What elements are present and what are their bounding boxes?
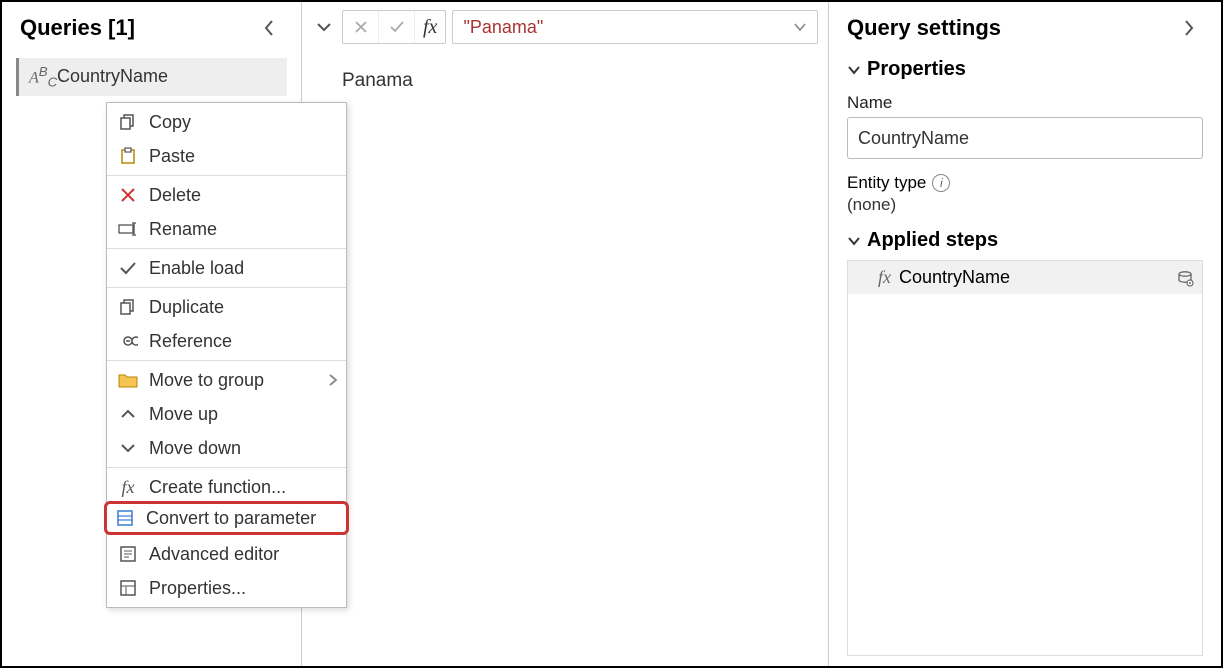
fx-icon: fx: [415, 16, 445, 39]
fx-icon: fx: [856, 267, 891, 288]
reference-icon: [115, 330, 141, 352]
queries-panel-title: Queries [1]: [20, 15, 135, 41]
query-settings-panel: Query settings Properties Name CountryNa…: [829, 2, 1221, 666]
step-settings-icon[interactable]: [1176, 269, 1194, 287]
formula-dropdown-icon[interactable]: [793, 22, 807, 32]
info-icon[interactable]: i: [932, 174, 950, 192]
query-context-menu: Copy Paste Delete Rename Enable load Dup…: [106, 102, 347, 608]
query-settings-header: Query settings: [829, 2, 1221, 54]
delete-icon: [115, 184, 141, 206]
menu-copy[interactable]: Copy: [107, 105, 346, 139]
formula-bar: fx "Panama": [302, 2, 828, 52]
menu-move-up-label: Move up: [149, 404, 218, 425]
paste-icon: [115, 145, 141, 167]
properties-section-label: Properties: [867, 58, 966, 81]
menu-convert-to-parameter-label: Convert to parameter: [146, 508, 316, 529]
fx-icon: fx: [115, 476, 141, 498]
menu-divider: [107, 467, 346, 468]
cancel-formula-icon[interactable]: [343, 11, 379, 43]
menu-create-function[interactable]: fx Create function...: [107, 470, 346, 504]
formula-input[interactable]: "Panama": [452, 10, 818, 44]
folder-icon: [115, 369, 141, 391]
menu-rename[interactable]: Rename: [107, 212, 346, 246]
chevron-right-icon: [328, 373, 338, 387]
menu-properties-label: Properties...: [149, 578, 246, 599]
menu-advanced-editor[interactable]: Advanced editor: [107, 537, 346, 571]
menu-duplicate-label: Duplicate: [149, 297, 224, 318]
menu-create-function-label: Create function...: [149, 477, 286, 498]
queries-panel-header: Queries [1]: [2, 2, 301, 54]
menu-paste-label: Paste: [149, 146, 195, 167]
entity-type-value: (none): [829, 195, 1221, 225]
formula-actions: fx: [342, 10, 446, 44]
commit-formula-icon[interactable]: [379, 11, 415, 43]
chevron-down-icon: [115, 437, 141, 459]
copy-icon: [115, 111, 141, 133]
menu-enable-load[interactable]: Enable load: [107, 251, 346, 285]
chevron-up-icon: [115, 403, 141, 425]
menu-reference-label: Reference: [149, 331, 232, 352]
menu-divider: [107, 287, 346, 288]
formula-value: "Panama": [463, 17, 543, 38]
menu-delete[interactable]: Delete: [107, 178, 346, 212]
menu-move-down-label: Move down: [149, 438, 241, 459]
menu-copy-label: Copy: [149, 112, 191, 133]
applied-step-item[interactable]: fx CountryName: [848, 261, 1202, 294]
name-field-label: Name: [829, 85, 1221, 117]
menu-advanced-editor-label: Advanced editor: [149, 544, 279, 565]
name-input-value: CountryName: [858, 128, 969, 149]
menu-divider: [107, 248, 346, 249]
check-icon: [115, 257, 141, 279]
chevron-down-icon: [847, 236, 861, 246]
rename-icon: [115, 218, 141, 240]
collapse-settings-icon[interactable]: [1175, 14, 1203, 42]
chevron-down-icon: [847, 65, 861, 75]
applied-steps-label: Applied steps: [867, 229, 998, 252]
menu-enable-load-label: Enable load: [149, 258, 244, 279]
entity-type-row: Entity type i: [829, 159, 1221, 195]
menu-duplicate[interactable]: Duplicate: [107, 290, 346, 324]
menu-move-down[interactable]: Move down: [107, 431, 346, 465]
menu-convert-to-parameter[interactable]: Convert to parameter: [104, 501, 349, 535]
properties-icon: [115, 577, 141, 599]
expand-formula-icon[interactable]: [312, 22, 336, 32]
query-item-countryname[interactable]: ABC CountryName: [16, 58, 287, 96]
menu-move-to-group[interactable]: Move to group: [107, 363, 346, 397]
applied-steps-section-toggle[interactable]: Applied steps: [829, 225, 1221, 256]
query-item-label: CountryName: [57, 66, 168, 87]
preview-panel: fx "Panama" Panama: [302, 2, 829, 666]
name-input[interactable]: CountryName: [847, 117, 1203, 159]
entity-type-label: Entity type: [847, 173, 926, 193]
duplicate-icon: [115, 296, 141, 318]
menu-move-to-group-label: Move to group: [149, 370, 264, 391]
text-type-icon: ABC: [29, 64, 51, 90]
menu-paste[interactable]: Paste: [107, 139, 346, 173]
menu-properties[interactable]: Properties...: [107, 571, 346, 605]
menu-rename-label: Rename: [149, 219, 217, 240]
query-settings-title: Query settings: [847, 15, 1001, 41]
parameter-icon: [112, 507, 138, 529]
properties-section-toggle[interactable]: Properties: [829, 54, 1221, 85]
advanced-editor-icon: [115, 543, 141, 565]
menu-reference[interactable]: Reference: [107, 324, 346, 358]
menu-delete-label: Delete: [149, 185, 201, 206]
preview-value: Panama: [302, 52, 828, 110]
menu-move-up[interactable]: Move up: [107, 397, 346, 431]
applied-steps-list: fx CountryName: [847, 260, 1203, 656]
applied-step-label: CountryName: [899, 267, 1010, 288]
menu-divider: [107, 175, 346, 176]
menu-divider: [107, 360, 346, 361]
collapse-queries-icon[interactable]: [255, 14, 283, 42]
